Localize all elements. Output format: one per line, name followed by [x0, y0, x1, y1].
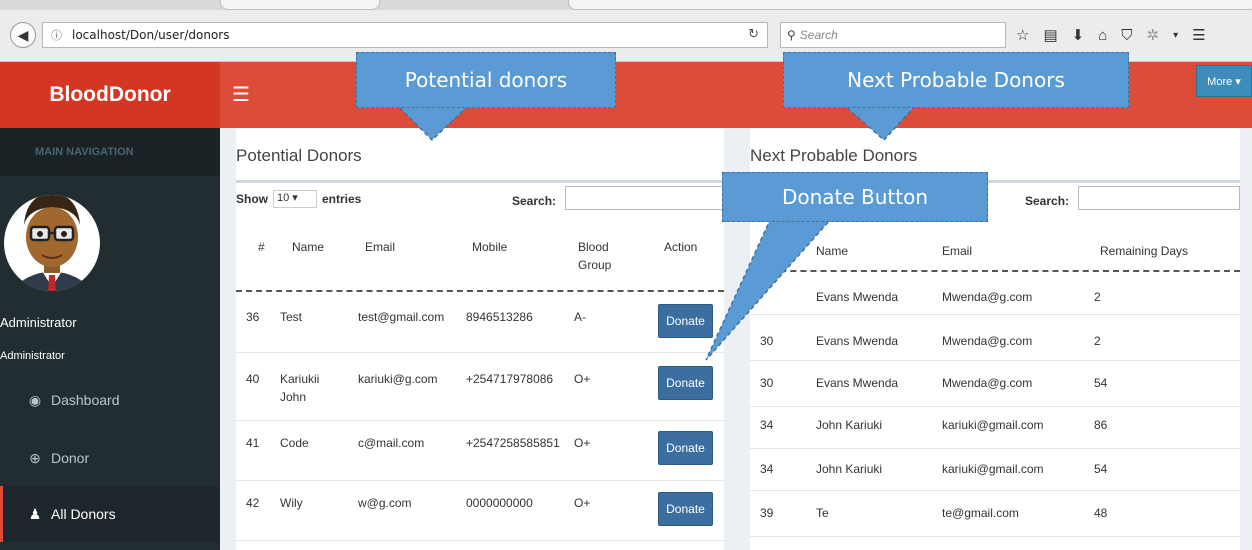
- donate-callout-pointer: [705, 219, 832, 361]
- probable-donors-callout: Next Probable Donors: [783, 52, 1129, 108]
- probable-callout-pointer: [842, 105, 917, 142]
- potential-callout-pointer: [396, 105, 470, 142]
- donate-button-callout: Donate Button: [722, 172, 988, 222]
- potential-donors-callout: Potential donors: [356, 52, 616, 108]
